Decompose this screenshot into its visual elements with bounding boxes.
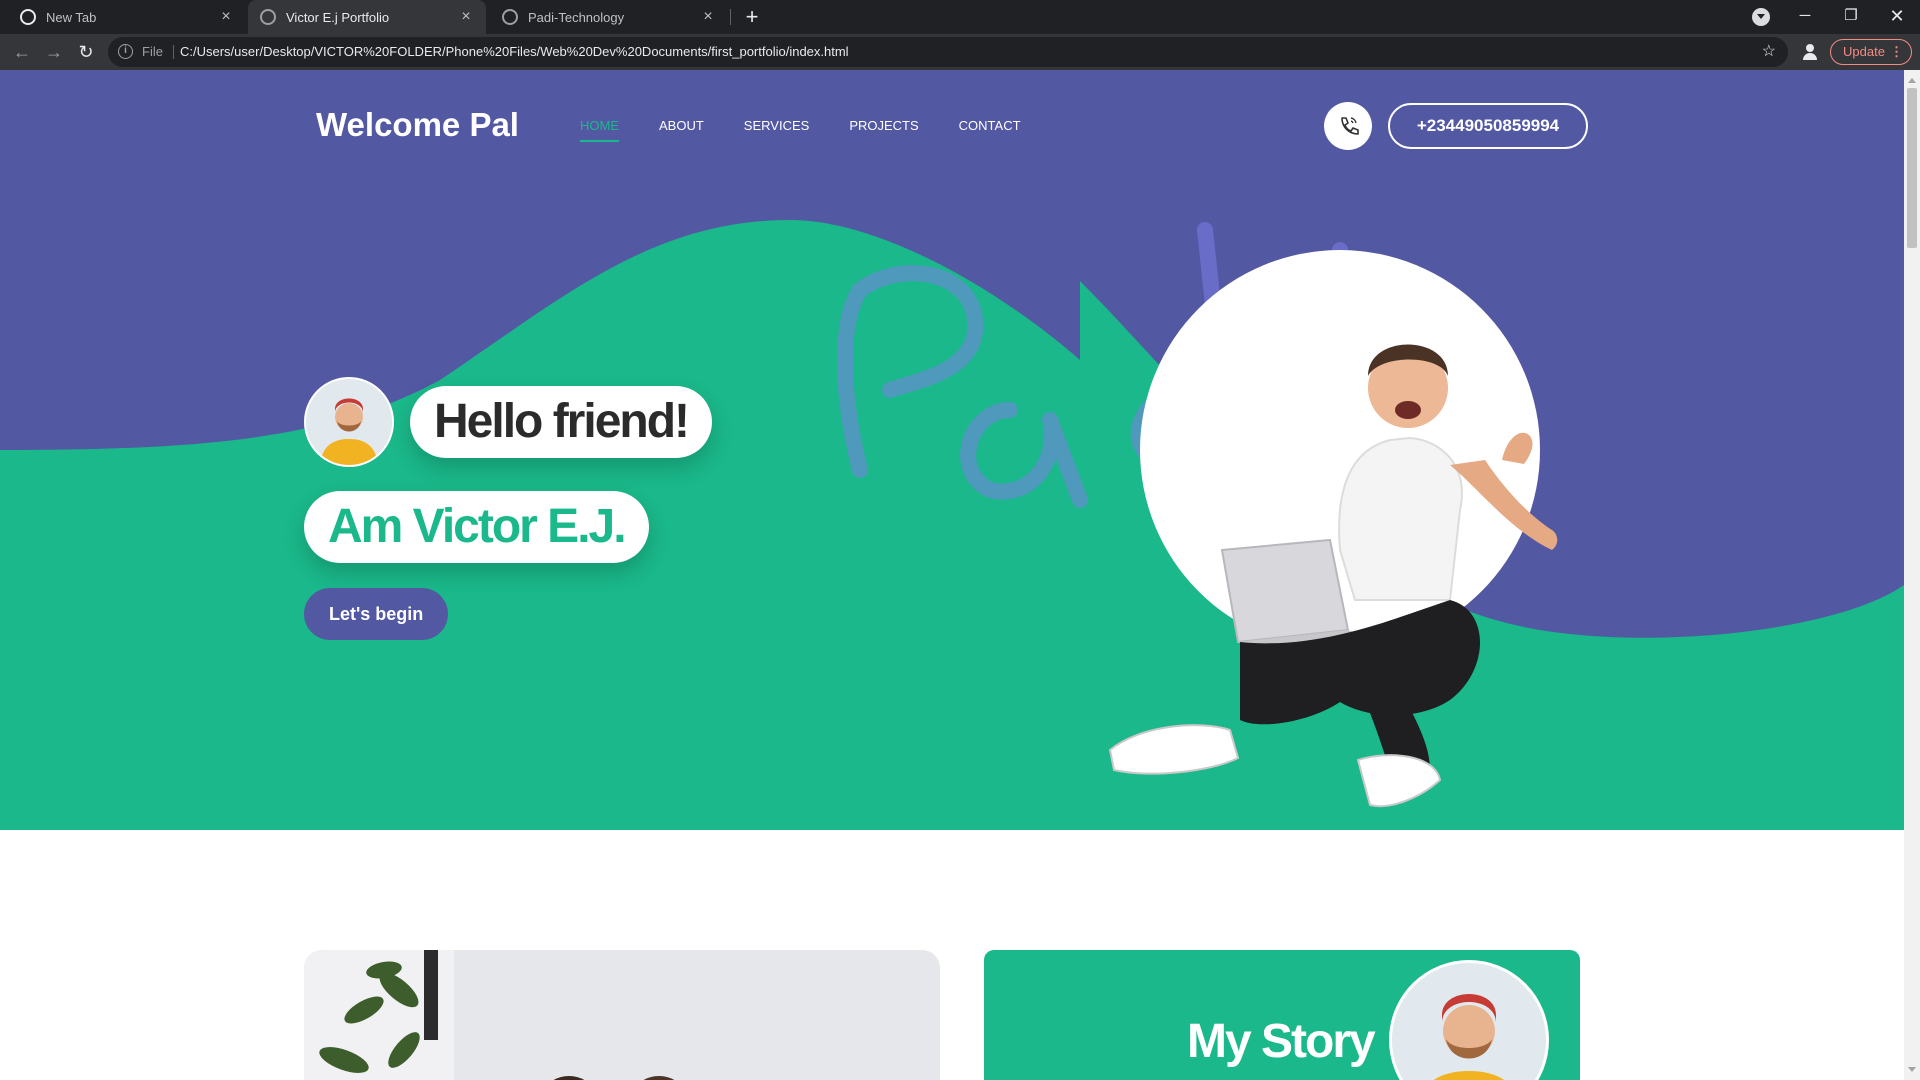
info-icon[interactable]: i xyxy=(118,44,133,59)
tab-victor-portfolio[interactable]: Victor E.j Portfolio × xyxy=(248,0,486,34)
new-tab-button[interactable]: + xyxy=(738,3,766,31)
name-pill: Am Victor E.J. xyxy=(304,491,649,563)
back-button[interactable]: ← xyxy=(8,38,36,66)
call-button[interactable] xyxy=(1324,102,1372,150)
close-tab-icon[interactable]: × xyxy=(218,8,234,26)
site-brand[interactable]: Welcome Pal xyxy=(316,106,519,144)
star-icon[interactable]: ☆ xyxy=(1762,41,1776,61)
nav-home[interactable]: HOME xyxy=(580,118,619,142)
tab-title: New Tab xyxy=(46,9,97,25)
update-button[interactable]: Update ⋮ xyxy=(1830,39,1912,65)
close-window-button[interactable]: ✕ xyxy=(1874,0,1920,34)
phone-call-icon xyxy=(1341,117,1359,135)
nav-projects[interactable]: PROJECTS xyxy=(849,118,918,133)
story-title: My Story xyxy=(1187,1015,1376,1068)
tab-title: Victor E.j Portfolio xyxy=(286,9,390,25)
avatar xyxy=(304,377,394,467)
lets-begin-button[interactable]: Let's begin xyxy=(304,588,449,640)
tab-title: Padi-Technology xyxy=(528,9,625,25)
address-divider xyxy=(173,45,174,59)
scroll-up-arrow[interactable] xyxy=(1908,74,1916,83)
nav-about[interactable]: ABOUT xyxy=(659,118,704,133)
restore-button[interactable]: ❐ xyxy=(1828,0,1874,34)
browser-toolbar: ← → ↻ i File C:/Users/user/Desktop/VICTO… xyxy=(0,34,1920,70)
tab-search-icon[interactable] xyxy=(1752,8,1770,26)
nav-services[interactable]: SERVICES xyxy=(744,118,810,133)
update-label: Update xyxy=(1843,44,1885,59)
menu-dots-icon: ⋮ xyxy=(1890,44,1903,59)
tab-new-tab[interactable]: New Tab × xyxy=(8,0,246,34)
globe-icon xyxy=(502,9,518,25)
greeting-pill: Hello friend! xyxy=(410,386,713,458)
reload-button[interactable]: ↻ xyxy=(72,38,100,66)
vertical-scrollbar[interactable] xyxy=(1904,70,1920,1080)
profile-icon[interactable] xyxy=(1800,42,1820,62)
hero-section: Welcome Pal HOME ABOUT SERVICES PROJECTS… xyxy=(0,70,1904,830)
close-tab-icon[interactable]: × xyxy=(458,8,474,26)
close-tab-icon[interactable]: × xyxy=(700,8,716,26)
hero-illustration xyxy=(1090,250,1610,830)
my-story-card: My Story xyxy=(984,950,1580,1080)
minimize-button[interactable]: ─ xyxy=(1782,0,1828,34)
scheme-label: File xyxy=(142,44,163,59)
nav-contact[interactable]: CONTACT xyxy=(959,118,1021,133)
tab-divider xyxy=(730,9,731,25)
chrome-icon xyxy=(20,9,36,25)
globe-icon xyxy=(260,9,276,25)
phone-number-button[interactable]: +23449050859994 xyxy=(1388,103,1588,149)
about-photo-card xyxy=(304,950,940,1080)
browser-tab-strip: New Tab × Victor E.j Portfolio × Padi-Te… xyxy=(0,0,1920,34)
forward-button[interactable]: → xyxy=(40,38,68,66)
scrollbar-thumb[interactable] xyxy=(1907,88,1917,248)
main-nav: HOME ABOUT SERVICES PROJECTS CONTACT xyxy=(580,118,1061,142)
address-url[interactable]: C:/Users/user/Desktop/VICTOR%20FOLDER/Ph… xyxy=(180,44,849,59)
page-viewport: Welcome Pal HOME ABOUT SERVICES PROJECTS… xyxy=(0,70,1904,1080)
scroll-down-arrow[interactable] xyxy=(1908,1067,1916,1076)
avatar xyxy=(1389,960,1549,1080)
address-bar[interactable]: i File C:/Users/user/Desktop/VICTOR%20FO… xyxy=(108,37,1788,67)
tab-padi-technology[interactable]: Padi-Technology × xyxy=(490,0,728,34)
